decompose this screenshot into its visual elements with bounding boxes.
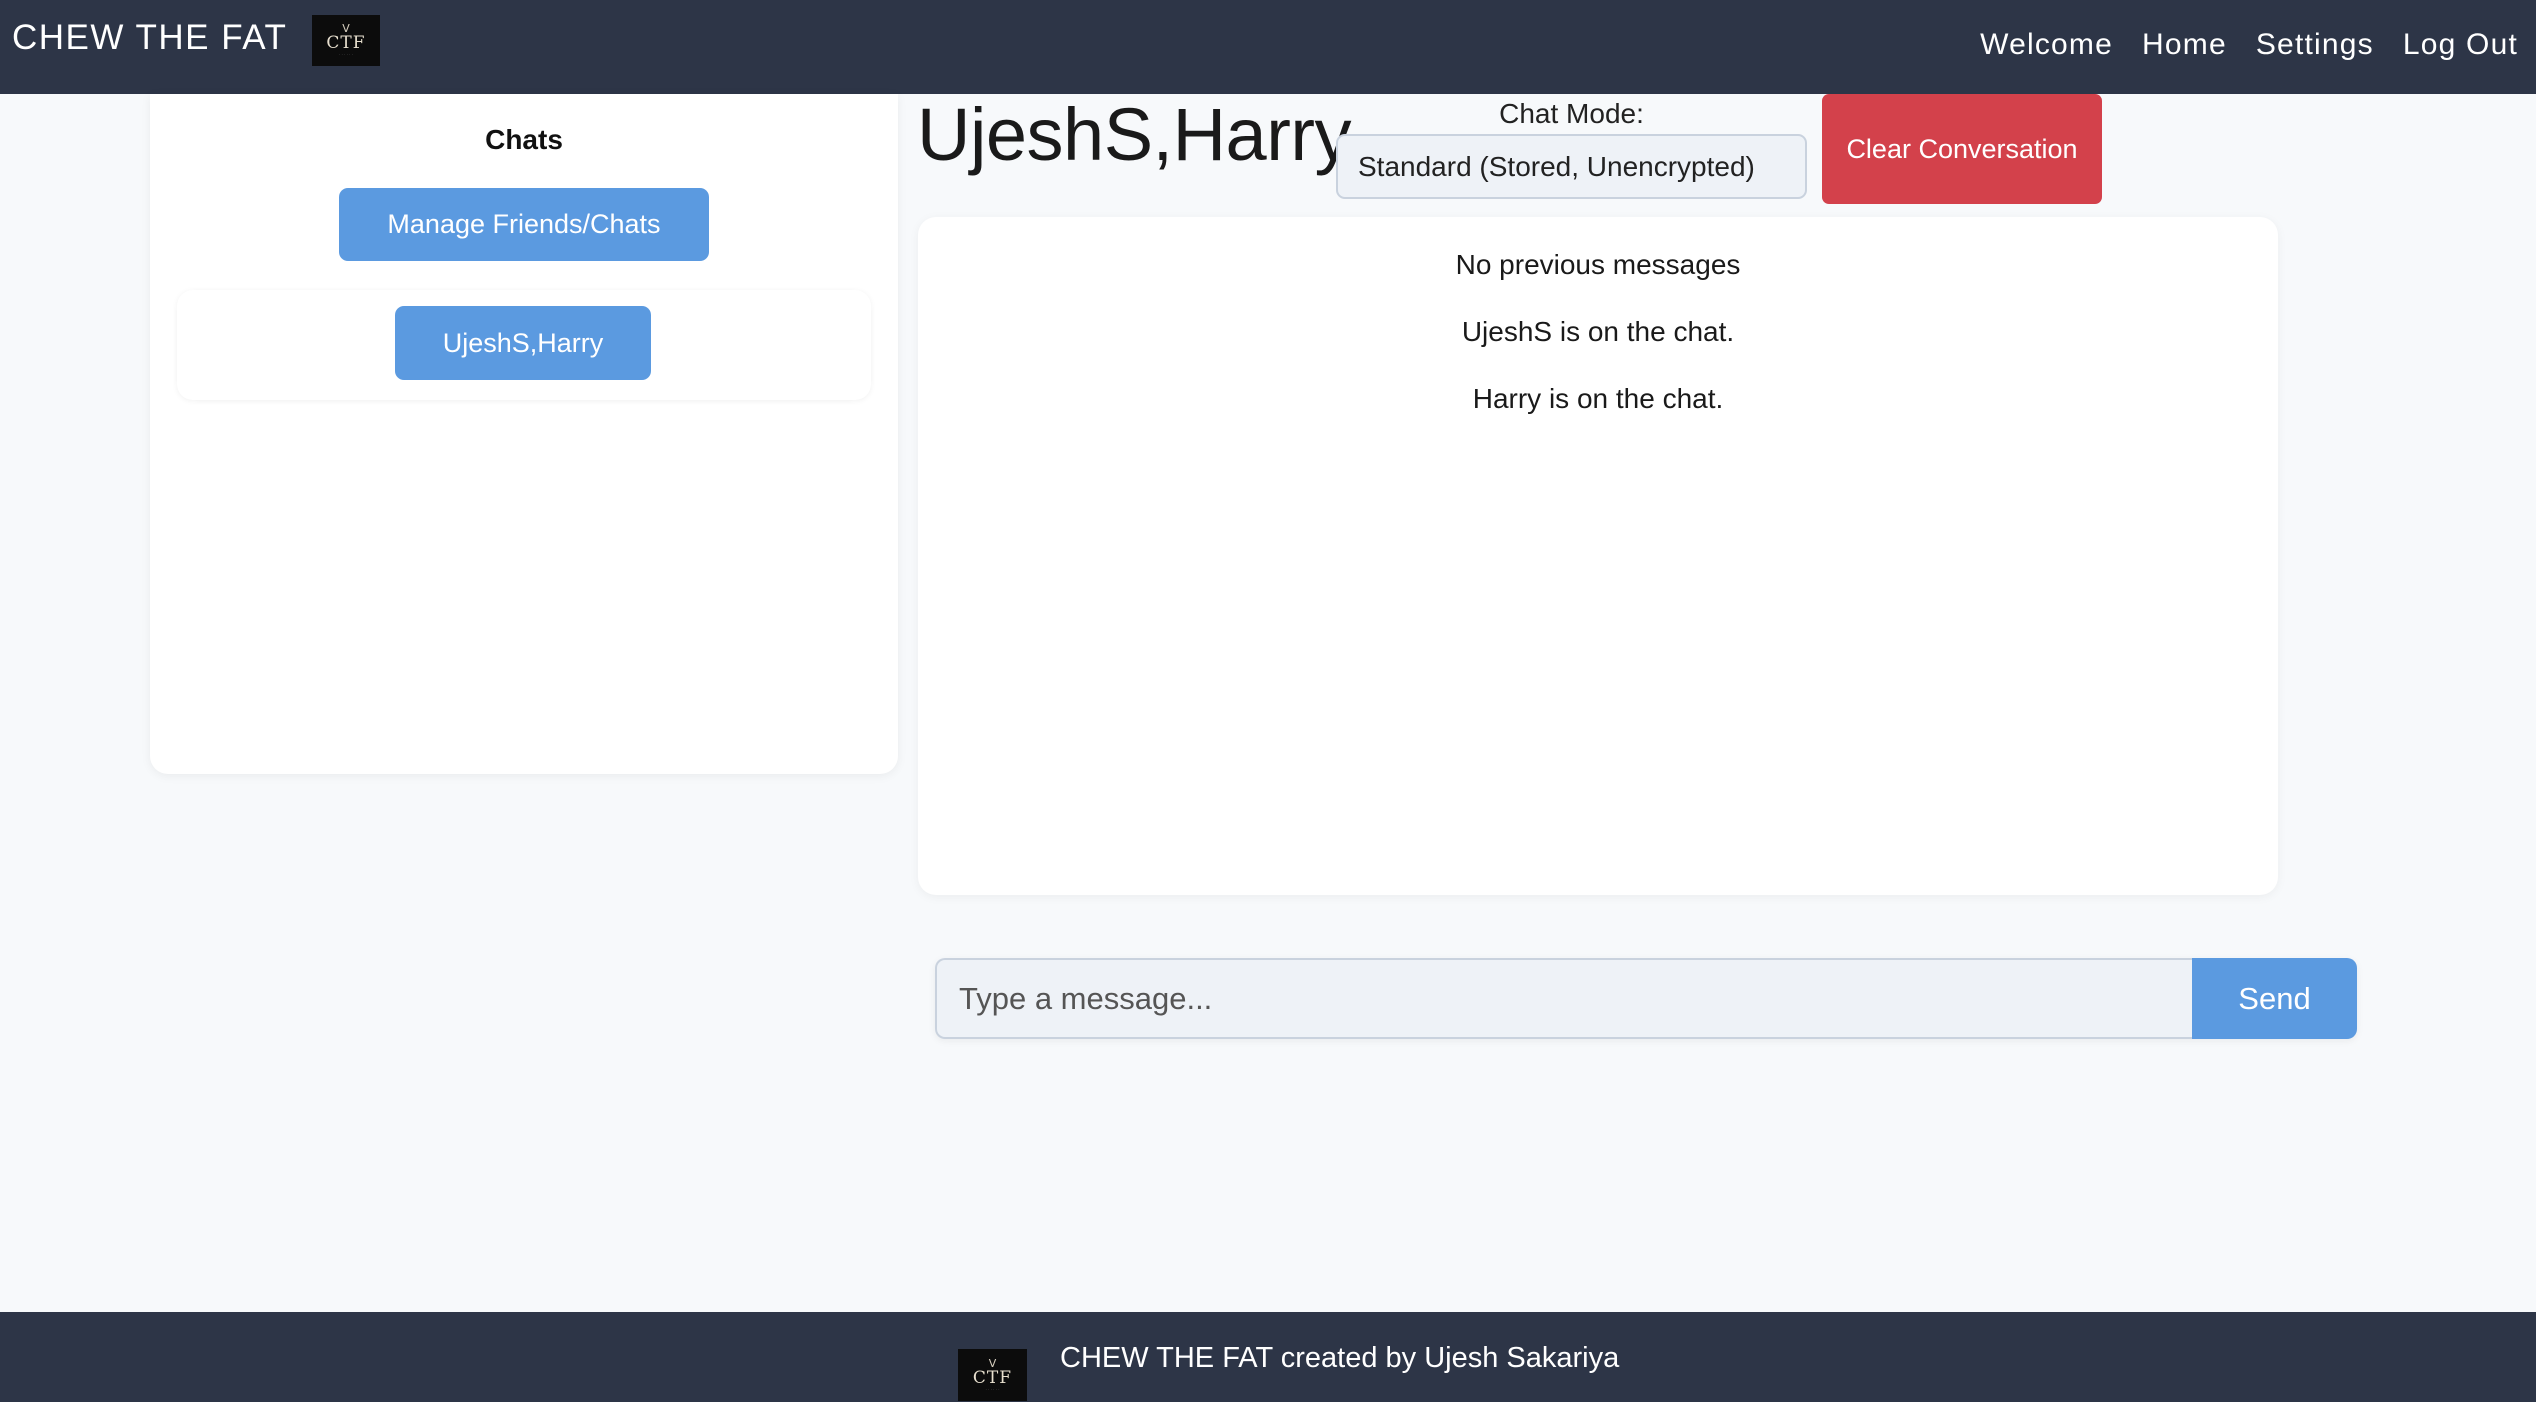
message-item: Harry is on the chat.: [1472, 383, 1724, 414]
message-item: UjeshS is on the chat.: [1461, 316, 1735, 347]
top-navbar: CHEW THE FAT ᐯ CTF · · · · · · Welcome H…: [0, 0, 2536, 94]
nav-settings-link[interactable]: Settings: [2256, 28, 2374, 62]
chat-list: UjeshS,Harry: [177, 290, 871, 400]
send-button[interactable]: Send: [2192, 958, 2357, 1039]
chat-mode-label: Chat Mode:: [1499, 98, 1644, 129]
main-nav: Welcome Home Settings Log Out: [1980, 28, 2518, 62]
manage-friends-chats-button[interactable]: Manage Friends/Chats: [339, 188, 709, 261]
chats-heading: Chats: [485, 124, 563, 155]
message-item: No previous messages: [1455, 249, 1741, 280]
logo-text: CTF: [326, 33, 366, 53]
message-composer: Send: [935, 958, 2357, 1039]
chats-sidebar: Chats Manage Friends/Chats UjeshS,Harry: [150, 94, 898, 774]
nav-welcome-link[interactable]: Welcome: [1980, 28, 2113, 62]
logo-text: CTF: [972, 1367, 1013, 1388]
brand-title[interactable]: CHEW THE FAT: [12, 18, 287, 58]
message-panel[interactable]: No previous messages UjeshS is on the ch…: [918, 217, 2278, 895]
chat-title: UjeshS,Harry: [917, 93, 1352, 176]
nav-logout-link[interactable]: Log Out: [2403, 28, 2518, 62]
clear-conversation-button[interactable]: Clear Conversation: [1822, 94, 2102, 204]
chat-mode-select[interactable]: Standard (Stored, Unencrypted): [1336, 134, 1807, 199]
ctf-logo-icon: ᐯ CTF · · · · · ·: [958, 1349, 1027, 1401]
message-input[interactable]: [935, 958, 2193, 1039]
footer-credit: CHEW THE FAT created by Ujesh Sakariya: [1060, 1342, 1620, 1374]
chat-item-button[interactable]: UjeshS,Harry: [395, 306, 651, 380]
footer: ᐯ CTF · · · · · · CHEW THE FAT created b…: [0, 1312, 2536, 1402]
nav-home-link[interactable]: Home: [2142, 28, 2227, 62]
ctf-logo-icon[interactable]: ᐯ CTF · · · · · ·: [312, 15, 380, 66]
